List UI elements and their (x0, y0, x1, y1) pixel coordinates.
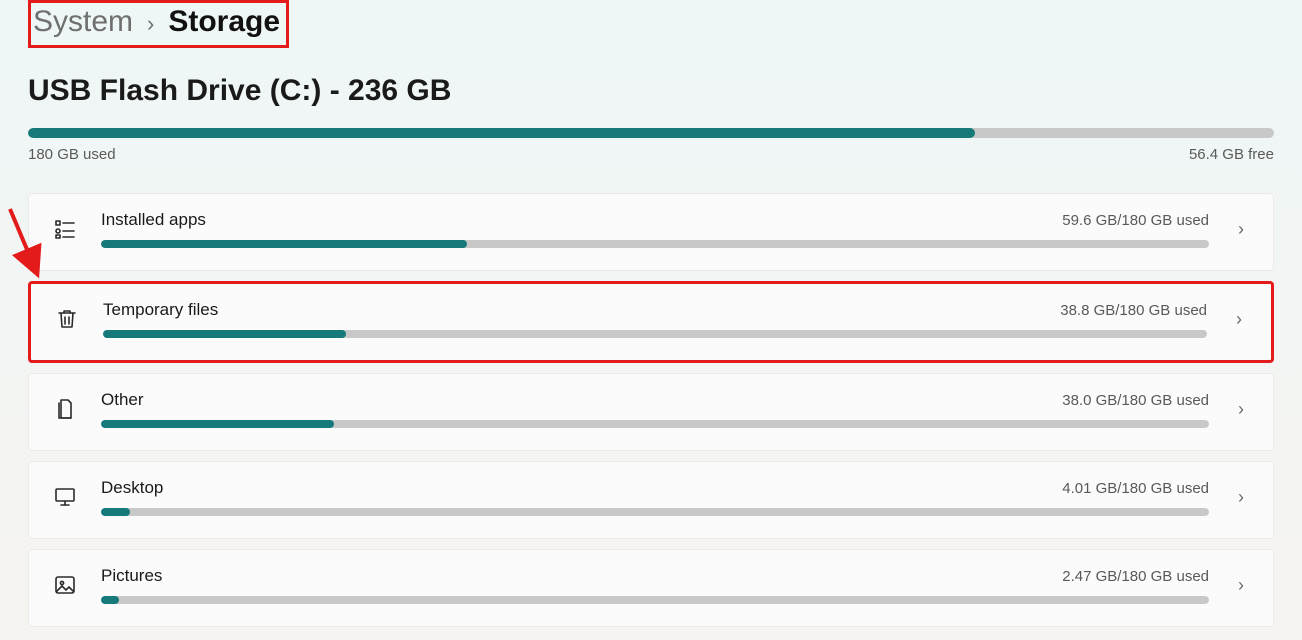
storage-category-installed-apps[interactable]: Installed apps 59.6 GB/180 GB used › (28, 193, 1274, 271)
category-usage-fill (101, 596, 119, 604)
drive-title: USB Flash Drive (C:) - 236 GB (28, 74, 1274, 108)
breadcrumb-current: Storage (168, 5, 280, 39)
category-usage-fill (101, 240, 467, 248)
category-name: Desktop (101, 478, 163, 498)
category-usage-bar (103, 330, 1207, 338)
image-icon (51, 571, 79, 599)
category-name: Pictures (101, 566, 162, 586)
category-usage-text: 38.0 GB/180 GB used (1062, 392, 1209, 409)
category-name: Temporary files (103, 300, 218, 320)
category-usage-bar (101, 508, 1209, 516)
storage-category-other[interactable]: Other 38.0 GB/180 GB used › (28, 373, 1274, 451)
monitor-icon (51, 483, 79, 511)
category-usage-text: 59.6 GB/180 GB used (1062, 212, 1209, 229)
category-name: Installed apps (101, 210, 206, 230)
storage-category-temporary-files[interactable]: Temporary files 38.8 GB/180 GB used › (28, 281, 1274, 363)
drive-free-label: 56.4 GB free (1189, 146, 1274, 163)
category-usage-fill (101, 508, 130, 516)
breadcrumb-separator: › (147, 11, 154, 37)
category-name: Other (101, 390, 144, 410)
category-usage-bar (101, 420, 1209, 428)
trash-icon (53, 305, 81, 333)
chevron-right-icon: › (1231, 399, 1251, 420)
category-usage-text: 4.01 GB/180 GB used (1062, 480, 1209, 497)
category-usage-text: 2.47 GB/180 GB used (1062, 568, 1209, 585)
apps-icon (51, 215, 79, 243)
drive-used-label: 180 GB used (28, 146, 116, 163)
chevron-right-icon: › (1231, 219, 1251, 240)
chevron-right-icon: › (1231, 487, 1251, 508)
breadcrumb: System › Storage (28, 0, 289, 48)
category-usage-bar (101, 240, 1209, 248)
drive-usage-bar (28, 128, 1274, 138)
category-usage-fill (101, 420, 334, 428)
category-usage-text: 38.8 GB/180 GB used (1060, 302, 1207, 319)
storage-category-desktop[interactable]: Desktop 4.01 GB/180 GB used › (28, 461, 1274, 539)
category-usage-bar (101, 596, 1209, 604)
chevron-right-icon: › (1231, 575, 1251, 596)
drive-usage-fill (28, 128, 975, 138)
category-usage-fill (103, 330, 346, 338)
chevron-right-icon: › (1229, 309, 1249, 330)
document-icon (51, 395, 79, 423)
storage-category-pictures[interactable]: Pictures 2.47 GB/180 GB used › (28, 549, 1274, 627)
breadcrumb-parent[interactable]: System (33, 5, 133, 39)
